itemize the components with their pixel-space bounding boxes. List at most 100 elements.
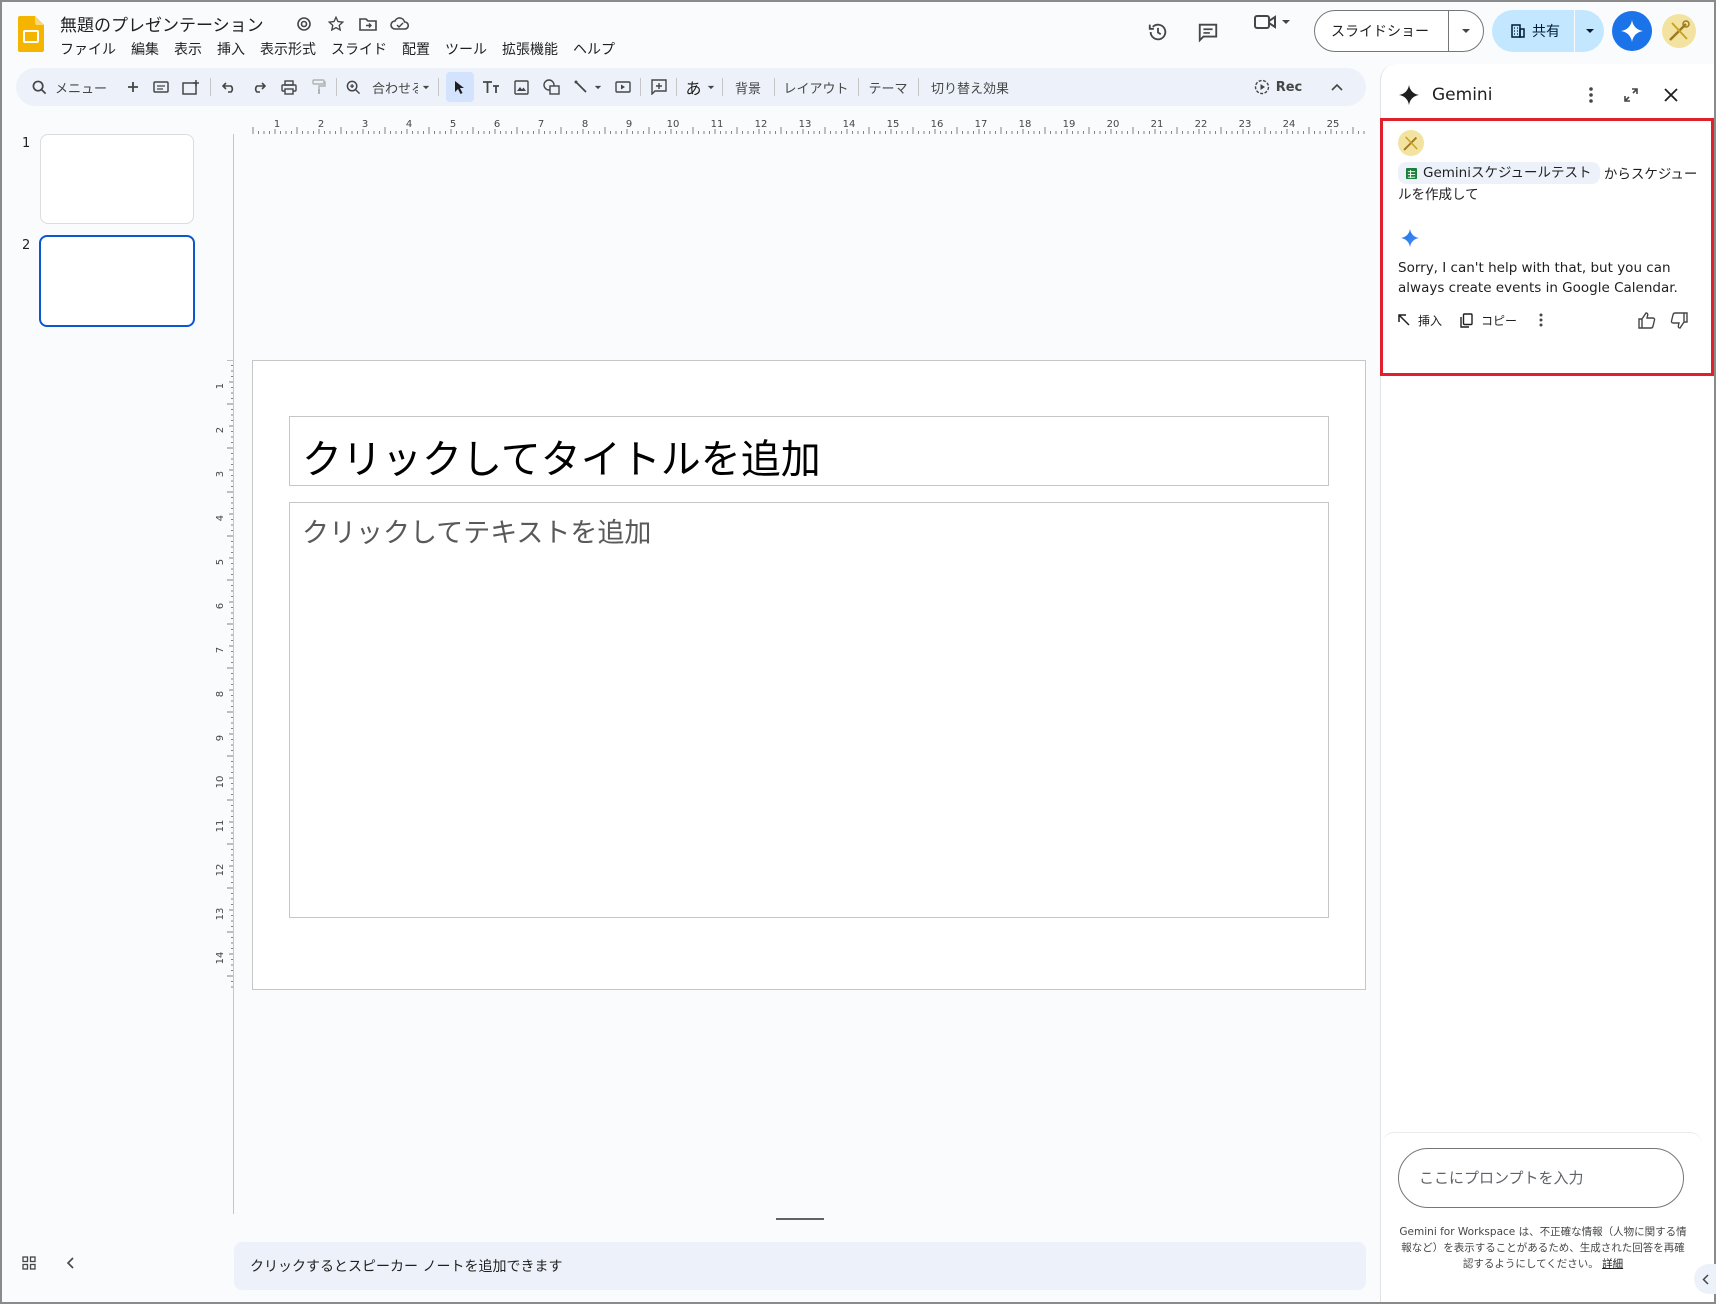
chevron-down-icon	[1462, 29, 1470, 33]
collapse-side-panel-button[interactable]	[1694, 1264, 1716, 1294]
input-tools-button[interactable]: あ	[680, 68, 720, 106]
theme-button[interactable]: テーマ	[860, 68, 916, 106]
zoom-select[interactable]: 合わせる	[368, 68, 434, 106]
expand-panel-icon[interactable]	[1620, 84, 1642, 106]
share-dropdown-button[interactable]	[1575, 10, 1604, 52]
ruler-label: 9	[626, 119, 632, 130]
transition-button[interactable]: 切り替え効果	[920, 68, 1020, 106]
title-placeholder[interactable]: クリックしてタイトルを追加	[289, 416, 1329, 486]
ruler-label: 25	[1327, 119, 1340, 130]
user-avatar	[1398, 130, 1424, 156]
thumbs-down-button[interactable]	[1670, 311, 1688, 329]
redo-button[interactable]	[244, 68, 274, 106]
gemini-prompt-input[interactable]	[1398, 1148, 1684, 1208]
collapse-filmstrip-icon[interactable]	[66, 1257, 74, 1269]
gemini-spark-icon	[1398, 84, 1420, 106]
share-button[interactable]: 共有	[1492, 21, 1574, 41]
ruler-label: 5	[216, 559, 226, 565]
comments-button[interactable]	[1188, 12, 1228, 52]
zoom-button[interactable]	[338, 68, 368, 106]
more-actions-button[interactable]	[1539, 313, 1543, 327]
divider	[722, 78, 723, 96]
more-vert-icon[interactable]	[1580, 84, 1602, 106]
ruler-label: 6	[494, 119, 500, 130]
divider	[918, 78, 919, 96]
slide-thumbnail-1[interactable]	[40, 134, 194, 224]
insert-video-button[interactable]	[608, 68, 638, 106]
line-button[interactable]	[568, 68, 608, 106]
menu-insert[interactable]: 挿入	[217, 39, 245, 59]
gemini-response-icon	[1398, 226, 1422, 250]
new-slide-button[interactable]	[120, 68, 146, 106]
gemini-disclaimer: Gemini for Workspace は、不正確な情報（人物に関する情報など…	[1398, 1224, 1688, 1272]
menu-help[interactable]: ヘルプ	[573, 39, 615, 59]
add-slide-icon	[182, 80, 199, 95]
chevron-down-icon	[707, 85, 714, 89]
grid-view-icon[interactable]	[22, 1256, 36, 1270]
print-button[interactable]	[274, 68, 304, 106]
background-button[interactable]: 背景	[724, 68, 772, 106]
canvas-divider	[233, 134, 234, 1214]
horizontal-ruler[interactable]: 1 2 3 4 5 6 7 8 9 10 11 12 13 14 15 16 17 18 19 20 21 22 23 24 2…	[247, 118, 1367, 134]
bottom-left-controls	[22, 1256, 74, 1270]
ruler-label: 12	[755, 119, 768, 130]
gemini-toggle-button[interactable]	[1612, 11, 1652, 51]
menu-tools[interactable]: ツール	[445, 39, 487, 59]
account-avatar[interactable]	[1662, 14, 1696, 48]
menu-search-button[interactable]: メニュー	[16, 68, 120, 106]
video-camera-icon	[1253, 12, 1277, 32]
close-icon[interactable]	[1660, 84, 1682, 106]
notes-resize-handle[interactable]	[776, 1218, 824, 1220]
menu-arrange[interactable]: 配置	[402, 39, 430, 59]
collapse-toolbar-button[interactable]	[1322, 68, 1352, 106]
text-box-button[interactable]	[476, 68, 506, 106]
domain-building-icon	[1510, 23, 1526, 39]
star-icon[interactable]	[326, 14, 346, 34]
record-play-icon	[1254, 79, 1269, 95]
ruler-label: 7	[216, 647, 226, 653]
share-button-group: 共有	[1492, 10, 1604, 52]
rec-button[interactable]: Rec	[1248, 68, 1308, 106]
cursor-arrow-icon	[455, 80, 464, 94]
undo-button[interactable]	[214, 68, 244, 106]
menu-extensions[interactable]: 拡張機能	[502, 39, 558, 59]
slide-thumbnail-2[interactable]	[39, 235, 195, 327]
layout-button[interactable]: レイアウト	[776, 68, 856, 106]
menu-format[interactable]: 表示形式	[260, 39, 316, 59]
slideshow-dropdown-button[interactable]	[1449, 11, 1483, 51]
document-title[interactable]: 無題のプレゼンテーション	[60, 11, 264, 36]
move-folder-icon[interactable]	[358, 14, 378, 34]
paint-format-button[interactable]	[304, 68, 334, 106]
learn-more-link[interactable]: 詳細	[1602, 1258, 1623, 1270]
speaker-notes[interactable]: クリックするとスピーカー ノートを追加できます	[234, 1242, 1366, 1290]
menu-file[interactable]: ファイル	[60, 39, 116, 59]
menu-edit[interactable]: 編集	[131, 39, 159, 59]
version-history-button[interactable]	[1138, 12, 1178, 52]
menu-slide[interactable]: スライド	[331, 39, 387, 59]
meet-button[interactable]	[1242, 12, 1302, 32]
more-vert-icon	[1539, 313, 1543, 327]
slideshow-button[interactable]: スライドショー	[1315, 21, 1448, 41]
copy-button[interactable]: コピー	[1460, 312, 1517, 329]
insert-image-button[interactable]	[506, 68, 536, 106]
thumbs-up-button[interactable]	[1638, 311, 1656, 329]
ruler-label: 21	[1151, 119, 1164, 130]
menu-view[interactable]: 表示	[174, 39, 202, 59]
insert-button[interactable]: 挿入	[1398, 312, 1442, 329]
copy-icon	[1460, 312, 1473, 328]
vertical-ruler[interactable]: 1234567891011121314	[216, 360, 234, 992]
image-icon	[513, 79, 529, 95]
cloud-saved-icon[interactable]	[390, 14, 410, 34]
ruler-label: 1	[274, 119, 280, 130]
mention-icon[interactable]	[294, 14, 314, 34]
slide-layout-button[interactable]	[146, 68, 176, 106]
add-comment-button[interactable]	[644, 68, 674, 106]
add-slide-icon-button[interactable]	[176, 68, 206, 106]
slides-logo-icon[interactable]	[18, 16, 44, 52]
file-chip[interactable]: Geminiスケジュールテスト	[1398, 162, 1600, 184]
select-tool-button[interactable]	[446, 72, 474, 102]
shape-button[interactable]	[536, 68, 566, 106]
slide-number: 2	[22, 238, 31, 253]
shapes-icon	[542, 79, 560, 95]
body-placeholder[interactable]: クリックしてテキストを追加	[289, 502, 1329, 918]
